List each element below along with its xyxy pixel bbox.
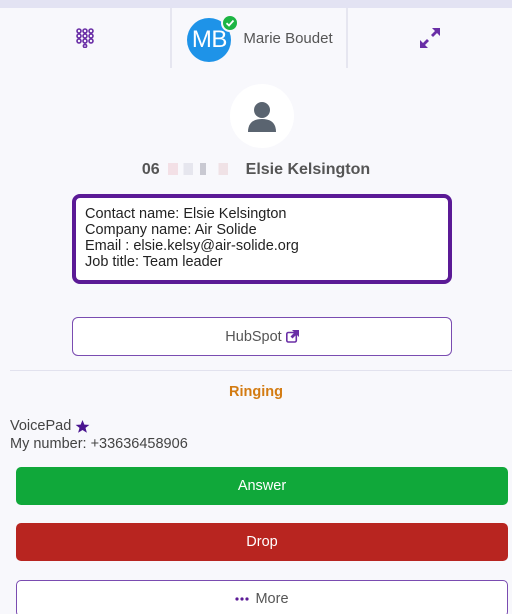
contact-name: Elsie Kelsington: [245, 161, 371, 178]
call-status: Ringing: [229, 384, 283, 400]
hubspot-label: HubSpot: [225, 328, 282, 345]
header-bar: MB Marie Boudet: [0, 8, 512, 68]
dialpad-button[interactable]: [0, 8, 172, 68]
contact-info-bubble: Contact name: Elsie Kelsington Company n…: [72, 194, 452, 284]
avatar: MB: [185, 14, 240, 62]
phone-number-prefix: 06: [141, 161, 160, 178]
contact-detail-company: Company name: Air Solide: [85, 222, 257, 238]
answer-button[interactable]: Answer: [16, 467, 508, 505]
expand-arrows-icon: [420, 28, 440, 48]
line-name: VoicePad: [10, 418, 72, 434]
expand-button[interactable]: [348, 8, 512, 68]
online-status-icon: [221, 14, 240, 32]
my-number: My number: +33636458906: [10, 436, 188, 452]
more-button[interactable]: More: [16, 580, 508, 614]
contact-detail-name: Contact name: Elsie Kelsington: [85, 206, 287, 222]
dialpad-icon: [76, 28, 94, 48]
more-label: More: [255, 590, 289, 607]
person-icon: [248, 102, 276, 132]
contact-photo: [230, 84, 294, 148]
redacted-number: [167, 163, 238, 175]
line-info: VoicePad: [10, 418, 90, 434]
star-icon: [75, 419, 90, 433]
contact-detail-email: Email : elsie.kelsy@air-solide.org: [85, 238, 299, 254]
contact-detail-job: Job title: Team leader: [85, 254, 223, 270]
user-name: Marie Boudet: [243, 29, 333, 47]
softphone-panel: MB Marie Boudet 06 Elsie Kelsington Cont…: [0, 8, 512, 614]
more-dots-icon: [235, 596, 250, 601]
external-link-icon: [285, 330, 299, 343]
user-profile[interactable]: MB Marie Boudet: [172, 8, 348, 68]
drop-label: Drop: [246, 534, 278, 550]
contact-heading: 06 Elsie Kelsington: [0, 161, 512, 179]
section-divider: [10, 370, 512, 371]
hubspot-button[interactable]: HubSpot: [72, 317, 452, 356]
answer-label: Answer: [237, 478, 287, 494]
drop-button[interactable]: Drop: [16, 523, 508, 561]
